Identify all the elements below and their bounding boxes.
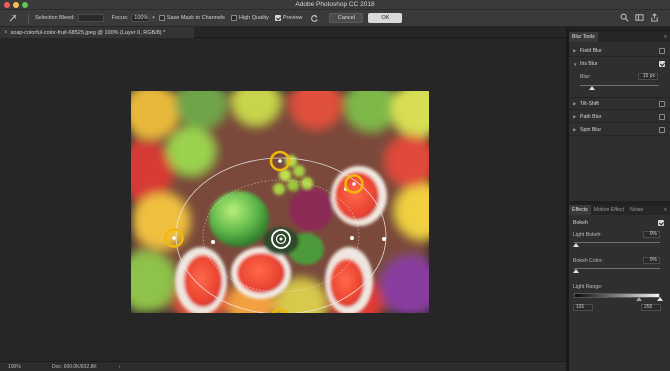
blur-name-path: Path Blur <box>580 113 602 120</box>
bokeh-color-slider-thumb[interactable] <box>573 269 579 273</box>
preview-checkbox[interactable] <box>274 15 281 21</box>
effects-tab-bar: Effects Motion Effect Noise ≡ <box>569 205 670 215</box>
light-bokeh-label: Light Bokeh: <box>573 232 602 238</box>
document-tab[interactable]: × soap-colorful-color-fruit-68525.jpeg @… <box>0 27 194 38</box>
light-bokeh-value[interactable]: 0% <box>643 231 660 238</box>
light-range-high-thumb[interactable] <box>657 297 663 301</box>
app-title: Adobe Photoshop CC 2018 <box>295 1 375 8</box>
title-bar: Adobe Photoshop CC 2018 <box>0 0 670 10</box>
light-range-high-value[interactable]: 255 <box>641 304 661 311</box>
tab-effects[interactable]: Effects <box>569 205 591 215</box>
bokeh-checkbox[interactable] <box>658 220 664 226</box>
save-mask-option[interactable]: Save Mask to Channels <box>158 15 225 21</box>
options-bar: Selection Bleed: Focus: 100% ▾ Save Mask… <box>0 10 670 27</box>
canvas-area[interactable] <box>0 38 566 361</box>
reset-icon[interactable] <box>310 14 319 23</box>
light-range-low-value[interactable]: 191 <box>573 304 593 311</box>
focus-label: Focus: <box>111 15 129 21</box>
blur-row-field[interactable]: ▶ Field Blur <box>569 45 670 57</box>
focus-field[interactable]: 100% <box>131 14 151 22</box>
light-bokeh-slider-thumb[interactable] <box>573 243 579 247</box>
effects-menu-icon[interactable]: ≡ <box>664 205 667 215</box>
tilt-shift-checkbox[interactable] <box>659 100 665 107</box>
tab-motion-effect[interactable]: Motion Effect <box>591 205 627 215</box>
selection-bleed-label: Selection Bleed: <box>35 15 75 21</box>
blur-row-tilt-shift[interactable]: ▶ Tilt-Shift <box>569 98 670 110</box>
options-divider <box>28 12 29 24</box>
tab-blur-tools[interactable]: Blur Tools <box>569 32 598 42</box>
iris-blur-slider-thumb[interactable] <box>588 86 595 90</box>
iris-blur-label: Blur: <box>580 74 591 80</box>
blur-row-spin[interactable]: ▶ Spin Blur <box>569 124 670 136</box>
iris-blur-value[interactable]: 15 px <box>638 73 658 80</box>
save-mask-label: Save Mask to Channels <box>166 15 225 21</box>
blur-gallery-tool-icon[interactable] <box>6 13 20 24</box>
blur-name-tilt-shift: Tilt-Shift <box>580 100 599 107</box>
search-icon[interactable] <box>620 13 629 22</box>
zoom-level[interactable]: 100% <box>8 364 38 370</box>
panel-menu-icon[interactable]: ≡ <box>664 32 667 42</box>
document-tab-bar: × soap-colorful-color-fruit-68525.jpeg @… <box>0 27 566 38</box>
bokeh-color-value[interactable]: 0% <box>643 257 660 264</box>
preview-option[interactable]: Preview <box>274 15 303 21</box>
document-tab-title: soap-colorful-color-fruit-68525.jpeg @ 1… <box>10 29 166 36</box>
path-blur-checkbox[interactable] <box>659 113 665 120</box>
expand-arrow-icon[interactable]: ▶ <box>573 48 578 54</box>
status-menu-arrow[interactable]: › <box>119 364 121 370</box>
document-info: Doc: 600.0K/832.8K <box>52 363 97 370</box>
cancel-button[interactable]: Cancel <box>329 13 364 23</box>
ok-button[interactable]: OK <box>368 13 403 23</box>
field-blur-checkbox[interactable] <box>659 47 665 54</box>
collapse-arrow-icon[interactable]: ▼ <box>573 62 578 67</box>
status-bar: 100% Doc: 600.0K/832.8K › <box>0 361 566 371</box>
blur-gallery-panel: Blur Tools ≡ ▶ Field Blur ▼ Iris Blur Bl… <box>569 27 670 371</box>
blur-tools-tab-bar: Blur Tools ≡ <box>569 32 670 42</box>
high-quality-label: High Quality <box>238 15 269 21</box>
spin-blur-checkbox[interactable] <box>659 126 665 133</box>
workspace-icon[interactable] <box>635 13 644 22</box>
expand-arrow-icon[interactable]: ▶ <box>573 114 578 120</box>
focus-dropdown-icon[interactable]: ▾ <box>152 15 155 21</box>
high-quality-option[interactable]: High Quality <box>230 15 269 21</box>
selection-bleed-field[interactable] <box>77 14 104 22</box>
blur-name-spin: Spin Blur <box>580 126 602 133</box>
save-mask-checkbox[interactable] <box>158 15 165 21</box>
expand-arrow-icon[interactable]: ▶ <box>573 101 578 107</box>
blur-name-field: Field Blur <box>580 47 602 54</box>
preview-label: Preview <box>282 15 303 21</box>
tab-noise[interactable]: Noise <box>627 205 646 215</box>
blur-name-iris: Iris Blur <box>580 61 598 67</box>
expand-arrow-icon[interactable]: ▶ <box>573 127 578 133</box>
light-range-gradient[interactable] <box>574 293 660 298</box>
high-quality-checkbox[interactable] <box>230 15 237 21</box>
blur-row-iris[interactable]: ▼ Iris Blur <box>569 58 670 70</box>
share-icon[interactable] <box>650 13 659 22</box>
document-image[interactable] <box>131 91 429 313</box>
light-range-label: Light Range: <box>573 284 603 290</box>
close-tab-icon[interactable]: × <box>4 30 8 36</box>
bokeh-color-slider-track[interactable] <box>574 268 660 269</box>
bokeh-label: Bokeh <box>573 220 588 226</box>
iris-blur-checkbox[interactable] <box>659 61 665 67</box>
blur-row-path[interactable]: ▶ Path Blur <box>569 111 670 123</box>
light-range-low-thumb[interactable] <box>636 297 642 301</box>
light-bokeh-slider-track[interactable] <box>574 242 660 243</box>
bokeh-color-label: Bokeh Color: <box>573 258 603 264</box>
